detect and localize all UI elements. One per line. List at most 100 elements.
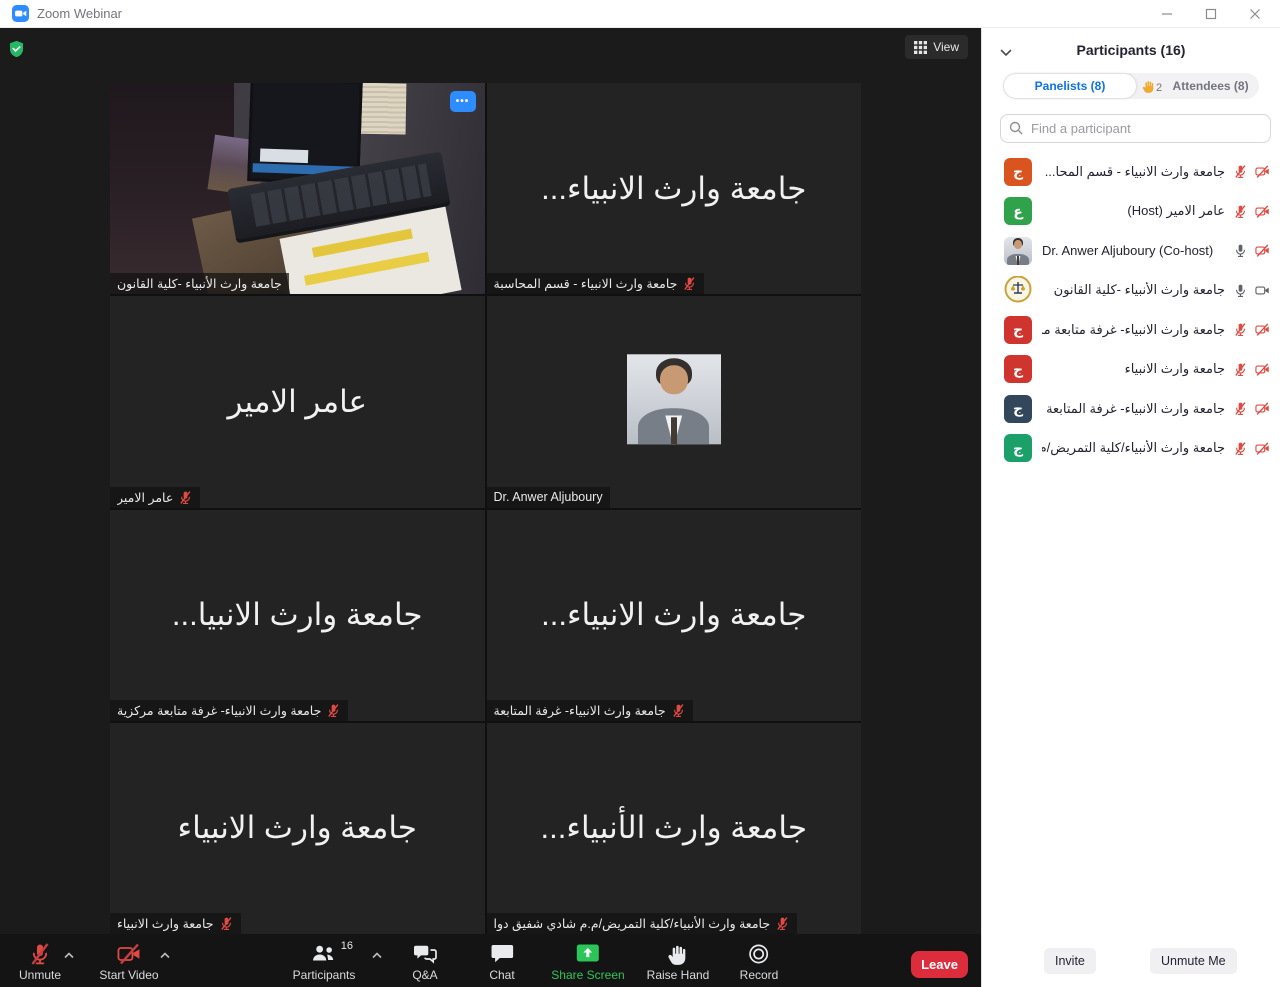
tile-name-chip: جامعة وارث الأنبياء -كلية القانون bbox=[110, 273, 289, 294]
participant-row[interactable]: ج جامعة وارث الأنبياء/كلية التمريض/م.م..… bbox=[982, 429, 1280, 469]
tile-display-name: جامعة وارث الانبياء bbox=[110, 723, 485, 934]
tile-name-label: عامر الامير bbox=[117, 490, 173, 505]
qa-label: Q&A bbox=[412, 968, 437, 982]
video-grid: ••• جامعة وارث الأنبياء -كلية القانون جا… bbox=[110, 83, 861, 934]
security-shield-icon[interactable] bbox=[8, 40, 25, 58]
video-off-icon bbox=[116, 941, 143, 967]
participant-name: عامر الامير (Host) bbox=[1042, 203, 1225, 219]
video-tile[interactable]: جامعة وارث الأنبياء... جامعة وارث الأنبي… bbox=[487, 723, 862, 934]
participant-name: جامعة وارث الانبياء- غرفة متابعة مرك... bbox=[1042, 322, 1225, 338]
participant-name: جامعة وارث الانبياء bbox=[1042, 361, 1225, 377]
tile-display-name: جامعة وارث الانبيا... bbox=[110, 510, 485, 721]
panel-collapse-chevron-icon[interactable] bbox=[1000, 44, 1012, 62]
participant-row[interactable]: ج جامعة وارث الانبياء- غرفة متابعة مرك..… bbox=[982, 310, 1280, 350]
unmute-button[interactable]: Unmute bbox=[19, 941, 61, 982]
tile-name-chip: Dr. Anwer Aljuboury bbox=[487, 487, 610, 508]
microphone-icon bbox=[775, 916, 790, 931]
microphone-icon bbox=[1233, 283, 1248, 298]
view-button-label: View bbox=[933, 40, 959, 54]
participant-row[interactable]: جامعة وارث الأنبياء -كلية القانون bbox=[982, 271, 1280, 311]
microphone-icon bbox=[219, 916, 234, 931]
tab-attendees[interactable]: Attendees (8) bbox=[1162, 79, 1259, 93]
chat-button[interactable]: Chat bbox=[489, 941, 514, 982]
microphone-icon bbox=[178, 490, 193, 505]
participants-label: Participants bbox=[293, 968, 356, 982]
law-college-logo bbox=[1004, 276, 1032, 304]
grid-view-icon bbox=[914, 41, 927, 54]
participant-name: جامعة وارث الأنبياء -كلية القانون bbox=[1042, 282, 1225, 298]
mic-muted-icon bbox=[28, 941, 52, 967]
tile-more-options-button[interactable]: ••• bbox=[450, 91, 476, 112]
participant-avatar: ج bbox=[1004, 316, 1032, 344]
participant-photo-avatar bbox=[1004, 237, 1032, 265]
participants-panel-title: Participants (16) bbox=[982, 28, 1280, 58]
camera-icon bbox=[1254, 283, 1271, 298]
participant-name: جامعة وارث الأنبياء/كلية التمريض/م.م... bbox=[1042, 440, 1225, 456]
tile-name-label: جامعة وارث الانبياء- غرفة متابعة مركزية bbox=[117, 703, 321, 718]
tile-display-name: جامعة وارث الانبياء... bbox=[487, 510, 862, 721]
participant-name: Dr. Anwer Aljuboury (Co-host) bbox=[1042, 243, 1225, 258]
tile-name-label: Dr. Anwer Aljuboury bbox=[494, 490, 603, 504]
video-tile[interactable]: جامعة وارث الانبياء... جامعة وارث الانبي… bbox=[487, 83, 862, 294]
tile-name-chip: جامعة وارث الانبياء- غرفة المتابعة bbox=[487, 700, 693, 721]
camera-icon bbox=[1254, 164, 1271, 179]
raise-hand-label: Raise Hand bbox=[647, 968, 710, 982]
record-icon bbox=[748, 941, 770, 967]
tile-display-name: عامر الامير bbox=[110, 296, 485, 507]
meeting-toolbar: Unmute Start Video bbox=[0, 934, 981, 987]
webcam-video-frame bbox=[110, 83, 485, 294]
invite-button[interactable]: Invite bbox=[1044, 948, 1096, 974]
participant-row[interactable]: ج جامعة وارث الانبياء - قسم المحا... (Me… bbox=[982, 152, 1280, 192]
video-tile[interactable]: Dr. Anwer Aljuboury bbox=[487, 296, 862, 507]
video-tile[interactable]: جامعة وارث الانبياء جامعة وارث الانبياء bbox=[110, 723, 485, 934]
tab-panelists[interactable]: Panelists (8) bbox=[1004, 74, 1136, 98]
view-button[interactable]: View bbox=[905, 35, 968, 59]
close-button[interactable] bbox=[1248, 7, 1262, 21]
participant-row[interactable]: ج جامعة وارث الانبياء bbox=[982, 350, 1280, 390]
tile-name-chip: جامعة وارث الانبياء bbox=[110, 913, 241, 934]
leave-button[interactable]: Leave bbox=[911, 951, 968, 978]
microphone-icon bbox=[671, 703, 686, 718]
video-tile[interactable]: عامر الامير عامر الامير bbox=[110, 296, 485, 507]
participant-avatar: ج bbox=[1004, 434, 1032, 462]
unmute-options-chevron[interactable] bbox=[64, 946, 74, 964]
camera-icon bbox=[1254, 441, 1271, 456]
unmute-label: Unmute bbox=[19, 968, 61, 982]
video-tile[interactable]: ••• جامعة وارث الأنبياء -كلية القانون bbox=[110, 83, 485, 294]
record-label: Record bbox=[740, 968, 779, 982]
participant-row[interactable]: ج جامعة وارث الانبياء- غرفة المتابعة bbox=[982, 389, 1280, 429]
share-screen-button[interactable]: Share Screen bbox=[551, 941, 624, 982]
camera-icon bbox=[1254, 401, 1271, 416]
participant-avatar bbox=[1004, 276, 1032, 304]
participants-list: ج جامعة وارث الانبياء - قسم المحا... (Me… bbox=[982, 152, 1280, 468]
window-title: Zoom Webinar bbox=[37, 6, 122, 21]
camera-icon bbox=[1254, 322, 1271, 337]
search-input[interactable] bbox=[1000, 114, 1271, 143]
chat-icon bbox=[490, 941, 514, 967]
record-button[interactable]: Record bbox=[740, 941, 779, 982]
raise-hand-button[interactable]: Raise Hand bbox=[647, 941, 710, 982]
tile-name-label: جامعة وارث الانبياء bbox=[117, 916, 214, 931]
video-tile[interactable]: جامعة وارث الانبيا... جامعة وارث الانبيا… bbox=[110, 510, 485, 721]
qa-button[interactable]: Q&A bbox=[412, 941, 438, 982]
minimize-button[interactable] bbox=[1160, 7, 1174, 21]
zoom-logo-icon bbox=[12, 5, 29, 22]
raised-hand-icon bbox=[1142, 79, 1155, 94]
participants-button[interactable]: 16 Participants bbox=[293, 941, 356, 982]
participant-avatar: ع bbox=[1004, 197, 1032, 225]
camera-icon bbox=[1254, 204, 1271, 219]
unmute-me-button[interactable]: Unmute Me bbox=[1150, 948, 1237, 974]
participant-row[interactable]: Dr. Anwer Aljuboury (Co-host) bbox=[982, 231, 1280, 271]
microphone-icon bbox=[326, 703, 341, 718]
maximize-button[interactable] bbox=[1204, 7, 1218, 21]
microphone-icon bbox=[1233, 362, 1248, 377]
participant-row[interactable]: ع عامر الامير (Host) bbox=[982, 192, 1280, 232]
participants-count-badge: 16 bbox=[341, 940, 353, 952]
search-icon bbox=[1009, 121, 1023, 140]
start-video-button[interactable]: Start Video bbox=[99, 941, 158, 982]
participant-name: جامعة وارث الانبياء - قسم المحا... (Me) bbox=[1042, 164, 1225, 180]
video-options-chevron[interactable] bbox=[160, 946, 170, 964]
video-tile[interactable]: جامعة وارث الانبياء... جامعة وارث الانبي… bbox=[487, 510, 862, 721]
raised-hands-indicator: 2 bbox=[1142, 79, 1162, 94]
participants-options-chevron[interactable] bbox=[372, 946, 382, 964]
